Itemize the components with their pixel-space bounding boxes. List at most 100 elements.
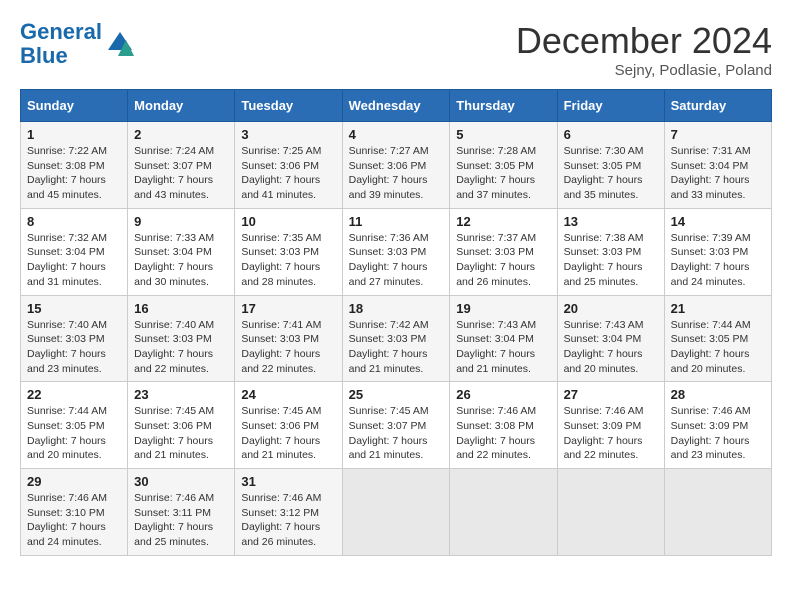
day-number: 15 xyxy=(27,301,121,316)
day-number: 19 xyxy=(456,301,550,316)
day-number: 31 xyxy=(241,474,335,489)
table-row xyxy=(450,469,557,556)
table-row xyxy=(664,469,771,556)
day-info: Sunrise: 7:45 AM Sunset: 3:06 PM Dayligh… xyxy=(241,404,335,463)
day-number: 23 xyxy=(134,387,228,402)
day-number: 28 xyxy=(671,387,765,402)
day-info: Sunrise: 7:42 AM Sunset: 3:03 PM Dayligh… xyxy=(349,318,444,377)
table-row: 27Sunrise: 7:46 AM Sunset: 3:09 PM Dayli… xyxy=(557,382,664,469)
day-number: 12 xyxy=(456,214,550,229)
logo-text: GeneralBlue xyxy=(20,20,102,68)
col-wednesday: Wednesday xyxy=(342,90,450,122)
day-number: 11 xyxy=(349,214,444,229)
table-row: 11 Sunrise: 7:36 AM Sunset: 3:03 PM Dayli… xyxy=(342,208,450,295)
col-monday: Monday xyxy=(128,90,235,122)
day-info: Sunrise: 7:37 AM Sunset: 3:03 PM Dayligh… xyxy=(456,231,550,290)
col-friday: Friday xyxy=(557,90,664,122)
table-row: 29 Sunrise: 7:46 AM Sunset: 3:10 PM Dayli… xyxy=(21,469,128,556)
table-row: 22 Sunrise: 7:44 AM Sunset: 3:05 PM Dayli… xyxy=(21,382,128,469)
table-row: 16 Sunrise: 7:40 AM Sunset: 3:03 PM Dayli… xyxy=(128,295,235,382)
table-row: 13 Sunrise: 7:38 AM Sunset: 3:03 PM Dayli… xyxy=(557,208,664,295)
month-title: December 2024 xyxy=(516,20,772,62)
day-info: Sunrise: 7:45 AM Sunset: 3:07 PM Dayligh… xyxy=(349,404,444,463)
day-info: Sunrise: 7:36 AM Sunset: 3:03 PM Dayligh… xyxy=(349,231,444,290)
day-info: Sunrise: 7:46 AM Sunset: 3:09 PM Dayligh… xyxy=(564,404,658,463)
day-number: 29 xyxy=(27,474,121,489)
table-row: 21 Sunrise: 7:44 AM Sunset: 3:05 PM Dayli… xyxy=(664,295,771,382)
day-info: Sunrise: 7:40 AM Sunset: 3:03 PM Dayligh… xyxy=(134,318,228,377)
day-number: 7 xyxy=(671,127,765,142)
col-tuesday: Tuesday xyxy=(235,90,342,122)
table-row xyxy=(342,469,450,556)
day-number: 22 xyxy=(27,387,121,402)
day-number: 6 xyxy=(564,127,658,142)
day-info: Sunrise: 7:30 AM Sunset: 3:05 PM Dayligh… xyxy=(564,144,658,203)
day-number: 30 xyxy=(134,474,228,489)
logo: GeneralBlue xyxy=(20,20,134,68)
table-row: 3Sunrise: 7:25 AM Sunset: 3:06 PM Daylig… xyxy=(235,122,342,209)
table-row: 5Sunrise: 7:28 AM Sunset: 3:05 PM Daylig… xyxy=(450,122,557,209)
day-info: Sunrise: 7:28 AM Sunset: 3:05 PM Dayligh… xyxy=(456,144,550,203)
col-sunday: Sunday xyxy=(21,90,128,122)
day-number: 1 xyxy=(27,127,121,142)
calendar-week-3: 15 Sunrise: 7:40 AM Sunset: 3:03 PM Dayli… xyxy=(21,295,772,382)
day-info: Sunrise: 7:35 AM Sunset: 3:03 PM Dayligh… xyxy=(241,231,335,290)
table-row: 19 Sunrise: 7:43 AM Sunset: 3:04 PM Dayli… xyxy=(450,295,557,382)
table-row: 12 Sunrise: 7:37 AM Sunset: 3:03 PM Dayli… xyxy=(450,208,557,295)
day-info: Sunrise: 7:33 AM Sunset: 3:04 PM Dayligh… xyxy=(134,231,228,290)
day-number: 13 xyxy=(564,214,658,229)
table-row: 4Sunrise: 7:27 AM Sunset: 3:06 PM Daylig… xyxy=(342,122,450,209)
table-row: 31 Sunrise: 7:46 AM Sunset: 3:12 PM Dayli… xyxy=(235,469,342,556)
table-row: 14 Sunrise: 7:39 AM Sunset: 3:03 PM Dayli… xyxy=(664,208,771,295)
page-header: GeneralBlue December 2024 Sejny, Podlasi… xyxy=(20,20,772,79)
col-thursday: Thursday xyxy=(450,90,557,122)
day-info: Sunrise: 7:41 AM Sunset: 3:03 PM Dayligh… xyxy=(241,318,335,377)
table-row: 18 Sunrise: 7:42 AM Sunset: 3:03 PM Dayli… xyxy=(342,295,450,382)
day-info: Sunrise: 7:38 AM Sunset: 3:03 PM Dayligh… xyxy=(564,231,658,290)
day-number: 10 xyxy=(241,214,335,229)
day-number: 21 xyxy=(671,301,765,316)
day-info: Sunrise: 7:44 AM Sunset: 3:05 PM Dayligh… xyxy=(671,318,765,377)
day-number: 18 xyxy=(349,301,444,316)
calendar-table: Sunday Monday Tuesday Wednesday Thursday… xyxy=(20,89,772,556)
col-saturday: Saturday xyxy=(664,90,771,122)
calendar-week-4: 22 Sunrise: 7:44 AM Sunset: 3:05 PM Dayli… xyxy=(21,382,772,469)
day-info: Sunrise: 7:40 AM Sunset: 3:03 PM Dayligh… xyxy=(27,318,121,377)
day-number: 26 xyxy=(456,387,550,402)
calendar-week-1: 1 Sunrise: 7:22 AM Sunset: 3:08 PM Daylig… xyxy=(21,122,772,209)
table-row: 1 Sunrise: 7:22 AM Sunset: 3:08 PM Daylig… xyxy=(21,122,128,209)
day-number: 9 xyxy=(134,214,228,229)
day-info: Sunrise: 7:31 AM Sunset: 3:04 PM Dayligh… xyxy=(671,144,765,203)
table-row: 30 Sunrise: 7:46 AM Sunset: 3:11 PM Dayli… xyxy=(128,469,235,556)
day-info: Sunrise: 7:25 AM Sunset: 3:06 PM Dayligh… xyxy=(241,144,335,203)
day-info: Sunrise: 7:24 AM Sunset: 3:07 PM Dayligh… xyxy=(134,144,228,203)
day-info: Sunrise: 7:44 AM Sunset: 3:05 PM Dayligh… xyxy=(27,404,121,463)
day-info: Sunrise: 7:46 AM Sunset: 3:08 PM Dayligh… xyxy=(456,404,550,463)
day-number: 17 xyxy=(241,301,335,316)
title-block: December 2024 Sejny, Podlasie, Poland xyxy=(516,20,772,79)
table-row: 17 Sunrise: 7:41 AM Sunset: 3:03 PM Dayli… xyxy=(235,295,342,382)
header-row: Sunday Monday Tuesday Wednesday Thursday… xyxy=(21,90,772,122)
table-row: 9 Sunrise: 7:33 AM Sunset: 3:04 PM Daylig… xyxy=(128,208,235,295)
day-info: Sunrise: 7:22 AM Sunset: 3:08 PM Dayligh… xyxy=(27,144,121,203)
day-number: 14 xyxy=(671,214,765,229)
day-info: Sunrise: 7:39 AM Sunset: 3:03 PM Dayligh… xyxy=(671,231,765,290)
day-number: 24 xyxy=(241,387,335,402)
table-row: 6 Sunrise: 7:30 AM Sunset: 3:05 PM Daylig… xyxy=(557,122,664,209)
day-info: Sunrise: 7:46 AM Sunset: 3:10 PM Dayligh… xyxy=(27,491,121,550)
day-number: 16 xyxy=(134,301,228,316)
day-info: Sunrise: 7:46 AM Sunset: 3:12 PM Dayligh… xyxy=(241,491,335,550)
day-number: 2 xyxy=(134,127,228,142)
day-number: 20 xyxy=(564,301,658,316)
table-row: 8Sunrise: 7:32 AM Sunset: 3:04 PM Daylig… xyxy=(21,208,128,295)
day-info: Sunrise: 7:43 AM Sunset: 3:04 PM Dayligh… xyxy=(456,318,550,377)
day-info: Sunrise: 7:43 AM Sunset: 3:04 PM Dayligh… xyxy=(564,318,658,377)
table-row: 28Sunrise: 7:46 AM Sunset: 3:09 PM Dayli… xyxy=(664,382,771,469)
day-info: Sunrise: 7:27 AM Sunset: 3:06 PM Dayligh… xyxy=(349,144,444,203)
table-row xyxy=(557,469,664,556)
table-row: 20 Sunrise: 7:43 AM Sunset: 3:04 PM Dayli… xyxy=(557,295,664,382)
day-info: Sunrise: 7:46 AM Sunset: 3:11 PM Dayligh… xyxy=(134,491,228,550)
day-info: Sunrise: 7:45 AM Sunset: 3:06 PM Dayligh… xyxy=(134,404,228,463)
table-row: 2 Sunrise: 7:24 AM Sunset: 3:07 PM Daylig… xyxy=(128,122,235,209)
calendar-week-5: 29 Sunrise: 7:46 AM Sunset: 3:10 PM Dayli… xyxy=(21,469,772,556)
